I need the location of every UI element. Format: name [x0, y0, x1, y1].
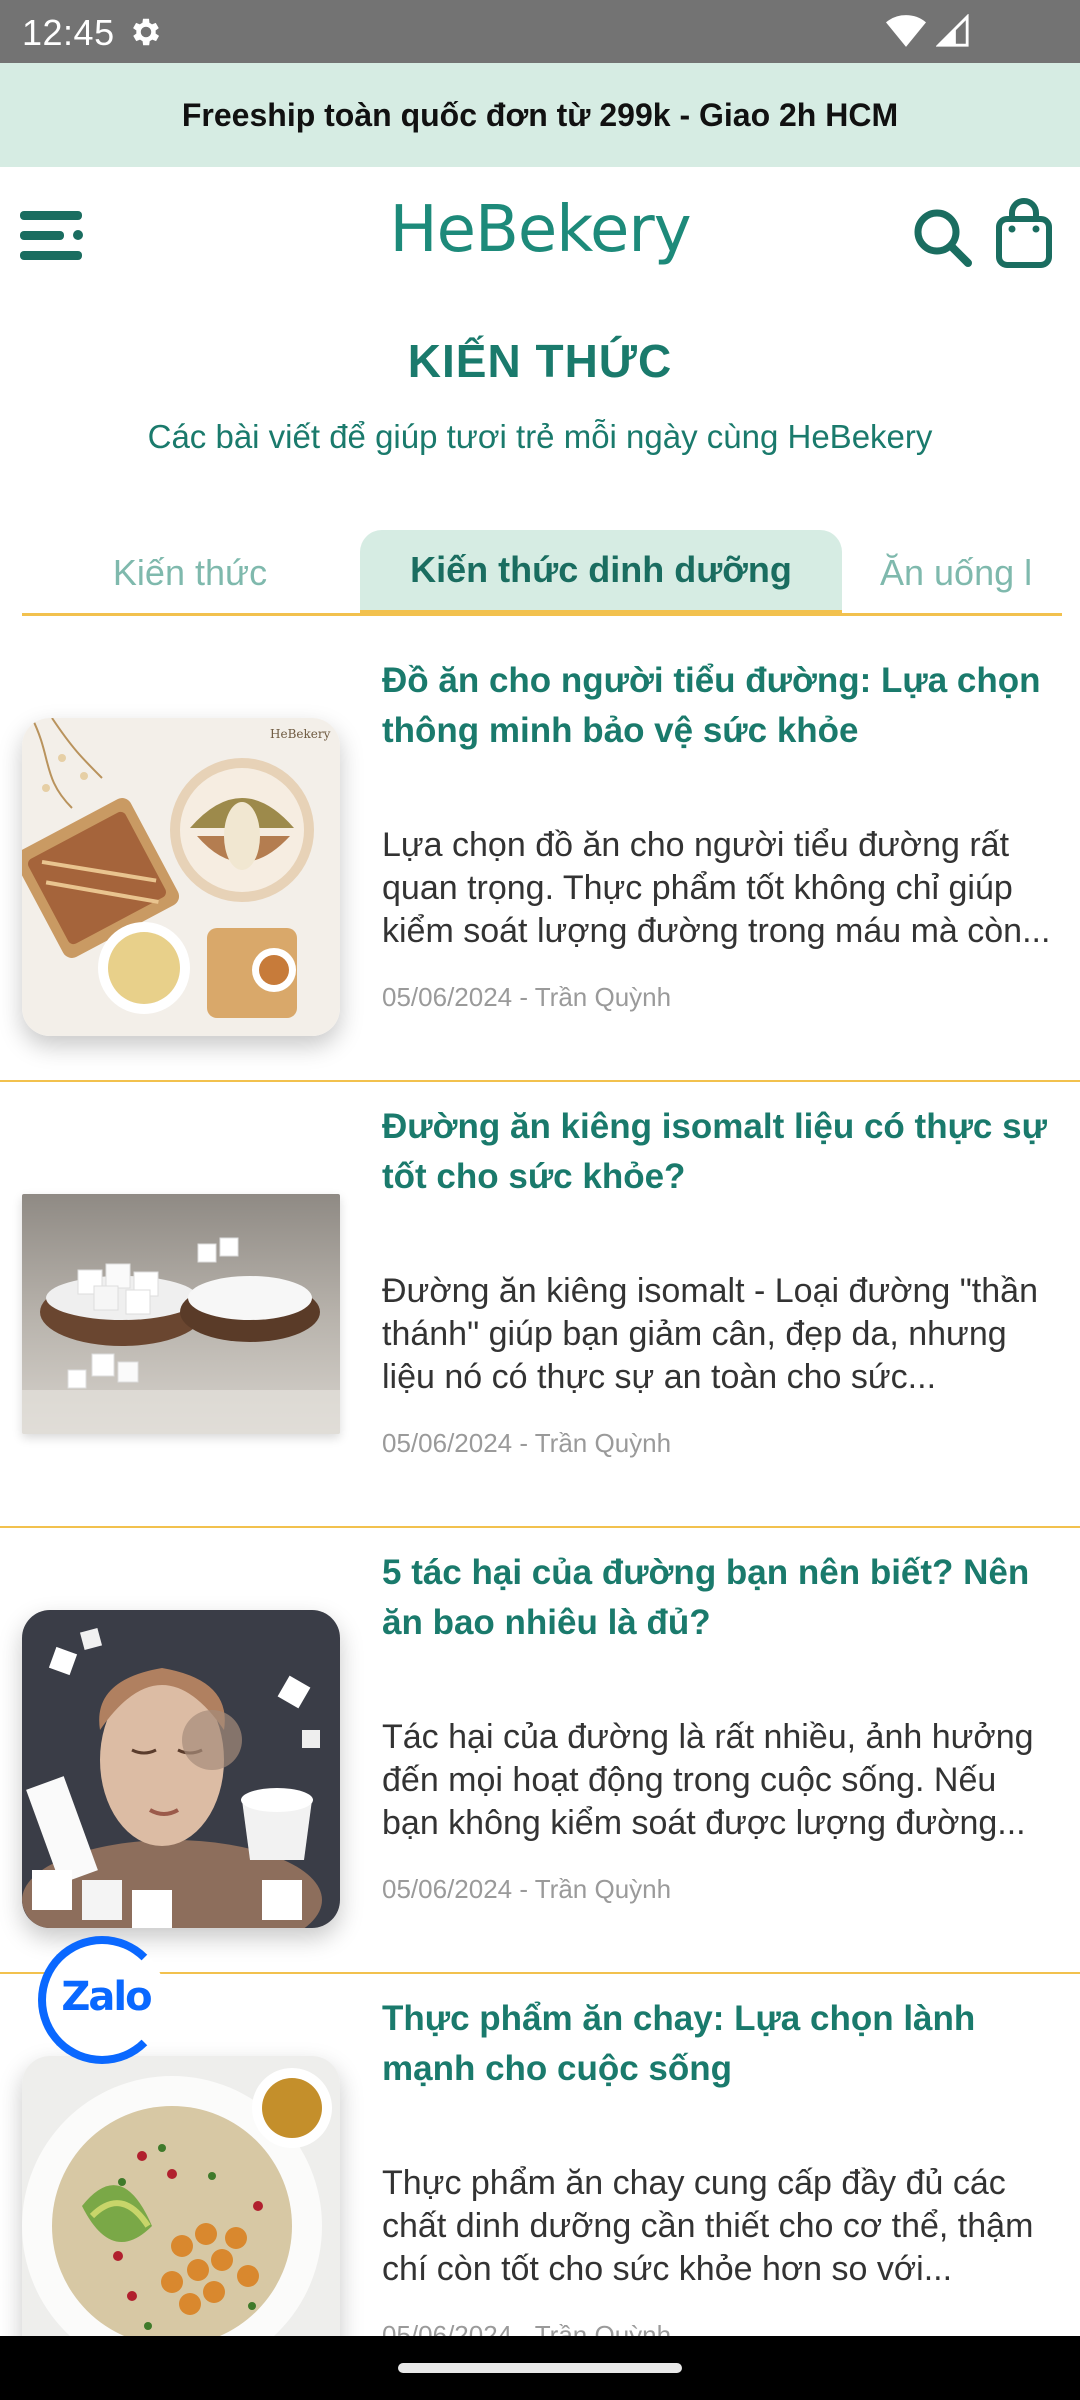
article-card[interactable]: Đường ăn kiêng isomalt liệu có thực sự t…	[0, 1082, 1080, 1528]
zalo-chat-button[interactable]: Zalo	[38, 1936, 172, 2066]
zalo-label: Zalo	[61, 1974, 152, 2020]
shopping-bag-icon[interactable]	[994, 197, 1054, 269]
svg-text:HeBekery: HeBekery	[270, 727, 331, 741]
article-excerpt: Thực phẩm ăn chay cung cấp đầy đủ các ch…	[382, 2164, 1034, 2288]
article-title[interactable]: Thực phẩm ăn chay: Lựa chọn lành mạnh ch…	[382, 1994, 1062, 2094]
signal-icon	[936, 14, 969, 47]
page-subtitle: Các bài viết để giúp tươi trẻ mỗi ngày c…	[147, 418, 933, 455]
vegetarian-food-image	[22, 2056, 340, 2374]
status-time: 12:45	[22, 12, 115, 53]
tab-an-uong[interactable]: Ăn uống l	[880, 530, 1062, 613]
app-header: HeBekery	[0, 167, 1080, 302]
category-tabs: Kiến thức Kiến thức dinh dưỡng Ăn uống l	[22, 530, 1062, 616]
page-title: KIẾN THỨC	[407, 335, 673, 387]
gear-icon	[133, 18, 160, 46]
article-excerpt: Lựa chọn đồ ăn cho người tiểu đường rất …	[382, 826, 1051, 950]
article-title[interactable]: 5 tác hại của đường bạn nên biết? Nên ăn…	[382, 1548, 1062, 1648]
home-gesture-handle[interactable]	[398, 2363, 682, 2373]
article-title[interactable]: Đường ăn kiêng isomalt liệu có thực sự t…	[382, 1102, 1062, 1202]
article-excerpt: Tác hại của đường là rất nhiều, ảnh hưởn…	[382, 1718, 1034, 1842]
article-meta: 05/06/2024 - Trần Quỳnh	[382, 1428, 672, 1458]
search-icon[interactable]	[910, 205, 974, 269]
article-thumbnail[interactable]: HeBekery	[22, 718, 340, 1036]
article-meta: 05/06/2024 - Trần Quỳnh	[382, 982, 672, 1012]
article-thumbnail[interactable]	[22, 1194, 340, 1434]
status-bar: 12:45	[0, 0, 1080, 63]
article-meta: 05/06/2024 - Trần Quỳnh	[382, 1874, 672, 1904]
article-card[interactable]: 5 tác hại của đường bạn nên biết? Nên ăn…	[0, 1528, 1080, 1974]
tab-kien-thuc[interactable]: Kiến thức	[22, 530, 358, 613]
promo-text: Freeship toàn quốc đơn từ 299k - Giao 2h…	[181, 96, 899, 133]
system-navigation-bar	[0, 2336, 1080, 2400]
article-title[interactable]: Đồ ăn cho người tiểu đường: Lựa chọn thô…	[382, 656, 1062, 756]
promo-banner[interactable]: Freeship toàn quốc đơn từ 299k - Giao 2h…	[0, 63, 1080, 167]
article-card[interactable]: HeBekery Đồ ăn cho người tiểu đường: Lựa…	[0, 636, 1080, 1082]
sugar-image	[22, 1194, 340, 1434]
tab-kien-thuc-dinh-duong[interactable]: Kiến thức dinh dưỡng	[360, 530, 842, 613]
sugar-harm-image	[22, 1610, 340, 1928]
article-excerpt: Đường ăn kiêng isomalt - Loại đường "thầ…	[382, 1272, 1038, 1396]
article-thumbnail[interactable]	[22, 1610, 340, 1928]
article-thumbnail[interactable]	[22, 2056, 340, 2374]
diabetic-food-image: HeBekery	[22, 718, 340, 1036]
wifi-icon	[886, 15, 926, 47]
